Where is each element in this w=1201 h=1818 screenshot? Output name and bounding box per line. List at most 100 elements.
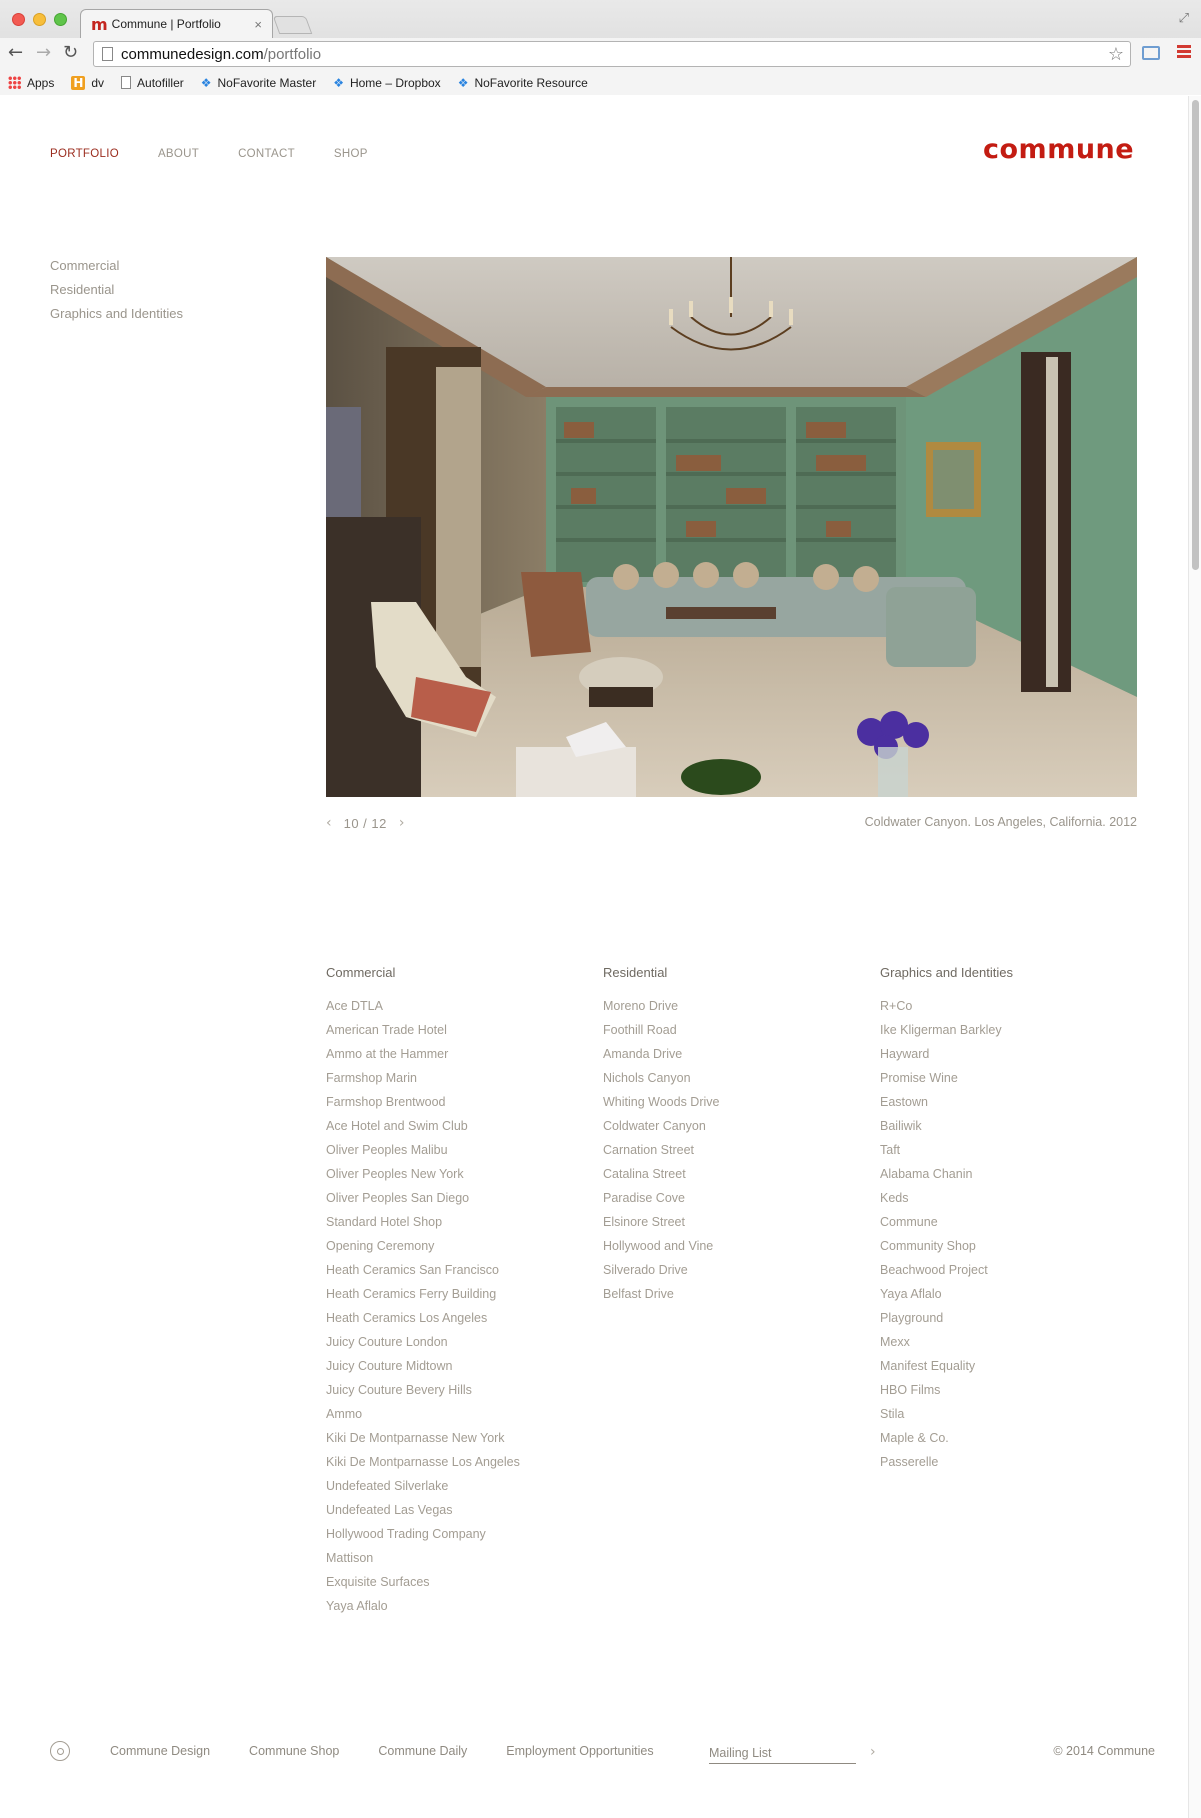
new-tab-button[interactable] <box>272 16 313 34</box>
bookmark-home-dropbox[interactable]: ❖ Home – Dropbox <box>333 76 440 90</box>
footer-link-commune-design[interactable]: Commune Design <box>110 1744 210 1758</box>
bookmark-nofavorite-master[interactable]: ❖ NoFavorite Master <box>201 76 316 90</box>
project-link[interactable]: R+Co <box>880 999 1157 1023</box>
close-tab-icon[interactable]: × <box>254 17 262 32</box>
fullscreen-icon[interactable]: ⤢ <box>1179 10 1189 26</box>
project-link[interactable]: Promise Wine <box>880 1071 1157 1095</box>
previous-arrow-icon[interactable]: ‹ <box>326 815 332 831</box>
project-link[interactable]: HBO Films <box>880 1383 1157 1407</box>
project-link[interactable]: Belfast Drive <box>603 1287 880 1311</box>
project-link[interactable]: Coldwater Canyon <box>603 1119 880 1143</box>
project-link[interactable]: Kiki De Montparnasse Los Angeles <box>326 1455 603 1479</box>
nav-shop[interactable]: SHOP <box>334 148 368 160</box>
extension-icon[interactable] <box>1142 46 1160 60</box>
project-link[interactable]: Ammo at the Hammer <box>326 1047 603 1071</box>
browser-menu-icon[interactable] <box>1177 45 1191 61</box>
project-link[interactable]: Ammo <box>326 1407 603 1431</box>
project-link[interactable]: Carnation Street <box>603 1143 880 1167</box>
page-scrollbar[interactable] <box>1188 96 1201 1818</box>
project-link[interactable]: Heath Ceramics Ferry Building <box>326 1287 603 1311</box>
mailing-list-input[interactable] <box>709 1742 856 1764</box>
project-link[interactable]: Mattison <box>326 1551 603 1575</box>
project-link[interactable]: Whiting Woods Drive <box>603 1095 880 1119</box>
project-link[interactable]: Keds <box>880 1191 1157 1215</box>
project-link[interactable]: Undefeated Las Vegas <box>326 1503 603 1527</box>
footer-link-commune-daily[interactable]: Commune Daily <box>378 1744 467 1758</box>
commune-logo[interactable]: commune <box>983 134 1134 165</box>
scrollbar-thumb[interactable] <box>1192 100 1199 570</box>
project-link[interactable]: Hollywood and Vine <box>603 1239 880 1263</box>
project-link[interactable]: Kiki De Montparnasse New York <box>326 1431 603 1455</box>
project-link[interactable]: Catalina Street <box>603 1167 880 1191</box>
project-link[interactable]: Mexx <box>880 1335 1157 1359</box>
zoom-window-button[interactable] <box>54 13 67 26</box>
project-link[interactable]: Elsinore Street <box>603 1215 880 1239</box>
project-link[interactable]: Hollywood Trading Company <box>326 1527 603 1551</box>
project-link[interactable]: Ike Kligerman Barkley <box>880 1023 1157 1047</box>
project-link[interactable]: Community Shop <box>880 1239 1157 1263</box>
project-link[interactable]: Heath Ceramics Los Angeles <box>326 1311 603 1335</box>
bookmark-star-icon[interactable]: ☆ <box>1108 44 1124 65</box>
project-link[interactable]: Exquisite Surfaces <box>326 1575 603 1599</box>
project-link[interactable]: Hayward <box>880 1047 1157 1071</box>
minimize-window-button[interactable] <box>33 13 46 26</box>
next-arrow-icon[interactable]: › <box>399 815 405 831</box>
back-arrow-icon[interactable]: ← <box>8 42 23 63</box>
footer-link-commune-shop[interactable]: Commune Shop <box>249 1744 339 1758</box>
submit-arrow-icon[interactable]: › <box>870 1744 876 1760</box>
bookmark-nofavorite-resource[interactable]: ❖ NoFavorite Resource <box>458 76 588 90</box>
project-link[interactable]: Beachwood Project <box>880 1263 1157 1287</box>
project-link[interactable]: American Trade Hotel <box>326 1023 603 1047</box>
bookmark-dv[interactable]: Hdv <box>71 75 104 90</box>
project-link[interactable]: Farmshop Brentwood <box>326 1095 603 1119</box>
project-link[interactable]: Moreno Drive <box>603 999 880 1023</box>
project-link[interactable]: Yaya Aflalo <box>326 1599 603 1623</box>
reload-icon[interactable]: ↻ <box>63 42 78 63</box>
project-link[interactable]: Juicy Couture Bevery Hills <box>326 1383 603 1407</box>
commune-mark-icon[interactable] <box>50 1741 70 1761</box>
project-link[interactable]: Playground <box>880 1311 1157 1335</box>
project-link[interactable]: Maple & Co. <box>880 1431 1157 1455</box>
project-link[interactable]: Juicy Couture Midtown <box>326 1359 603 1383</box>
project-link[interactable]: Ace Hotel and Swim Club <box>326 1119 603 1143</box>
project-link[interactable]: Nichols Canyon <box>603 1071 880 1095</box>
project-link[interactable]: Manifest Equality <box>880 1359 1157 1383</box>
project-link[interactable]: Oliver Peoples San Diego <box>326 1191 603 1215</box>
project-link[interactable]: Ace DTLA <box>326 999 603 1023</box>
project-link[interactable]: Passerelle <box>880 1455 1157 1479</box>
forward-arrow-icon[interactable]: → <box>36 42 51 63</box>
project-link[interactable]: Juicy Couture London <box>326 1335 603 1359</box>
address-bar[interactable]: communedesign.com/portfolio ☆ <box>93 41 1131 67</box>
nav-about[interactable]: ABOUT <box>158 148 199 160</box>
project-link[interactable]: Farmshop Marin <box>326 1071 603 1095</box>
category-commercial[interactable]: Commercial <box>50 258 183 282</box>
project-link[interactable]: Oliver Peoples Malibu <box>326 1143 603 1167</box>
close-window-button[interactable] <box>12 13 25 26</box>
project-link[interactable]: Silverado Drive <box>603 1263 880 1287</box>
bookmark-apps[interactable]: Apps <box>8 76 54 90</box>
project-link[interactable]: Heath Ceramics San Francisco <box>326 1263 603 1287</box>
nav-contact[interactable]: CONTACT <box>238 148 295 160</box>
project-link[interactable]: Taft <box>880 1143 1157 1167</box>
project-link[interactable]: Bailiwik <box>880 1119 1157 1143</box>
project-link[interactable]: Alabama Chanin <box>880 1167 1157 1191</box>
project-link[interactable]: Oliver Peoples New York <box>326 1167 603 1191</box>
project-link[interactable]: Amanda Drive <box>603 1047 880 1071</box>
project-link[interactable]: Stila <box>880 1407 1157 1431</box>
column-heading: Residential <box>603 965 668 980</box>
project-link[interactable]: Standard Hotel Shop <box>326 1215 603 1239</box>
project-link[interactable]: Undefeated Silverlake <box>326 1479 603 1503</box>
project-link[interactable]: Opening Ceremony <box>326 1239 603 1263</box>
project-link[interactable]: Eastown <box>880 1095 1157 1119</box>
footer-link-employment[interactable]: Employment Opportunities <box>506 1744 653 1758</box>
bookmark-autofiller[interactable]: Autofiller <box>121 76 184 90</box>
project-link[interactable]: Foothill Road <box>603 1023 880 1047</box>
category-residential[interactable]: Residential <box>50 282 183 306</box>
browser-tab[interactable]: m Commune | Portfolio × <box>80 9 273 38</box>
project-link[interactable]: Paradise Cove <box>603 1191 880 1215</box>
project-link[interactable]: Commune <box>880 1215 1157 1239</box>
category-graphics[interactable]: Graphics and Identities <box>50 306 183 330</box>
nav-portfolio[interactable]: PORTFOLIO <box>50 148 119 160</box>
project-photo[interactable] <box>326 257 1137 797</box>
project-link[interactable]: Yaya Aflalo <box>880 1287 1157 1311</box>
